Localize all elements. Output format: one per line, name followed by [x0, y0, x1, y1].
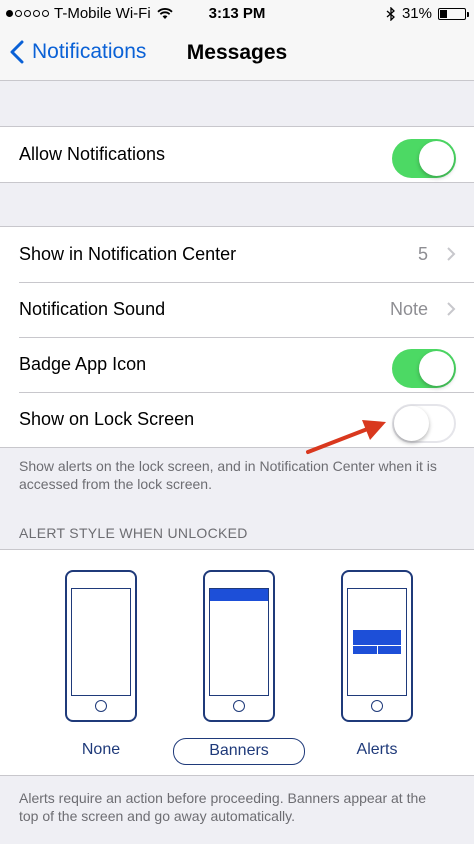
show-in-notification-center-value: 5 — [417, 244, 428, 264]
show-on-lock-screen-label: Show on Lock Screen — [19, 409, 195, 429]
phone-none-icon — [65, 570, 137, 722]
show-on-lock-screen-row: Show on Lock Screen — [0, 392, 474, 447]
status-bar: T-Mobile Wi-Fi 3:13 PM 31% — [0, 0, 474, 28]
allow-notifications-group: Allow Notifications — [0, 126, 474, 183]
alert-dialog-box — [353, 630, 401, 654]
badge-app-icon-toggle[interactable] — [392, 349, 456, 388]
allow-notifications-toggle[interactable] — [392, 139, 456, 178]
alert-style-label: Alerts — [356, 741, 398, 758]
alert-style-none[interactable]: None — [55, 550, 145, 777]
allow-notifications-row: Allow Notifications — [0, 127, 474, 182]
chevron-right-icon — [447, 302, 456, 316]
phone-banners-icon — [203, 570, 275, 722]
notification-sound-row[interactable]: Notification Sound Note — [0, 282, 474, 337]
alert-style-header: ALERT STYLE WHEN UNLOCKED — [19, 525, 248, 541]
alert-style-alerts[interactable]: Alerts — [331, 550, 421, 777]
chevron-right-icon — [447, 247, 456, 261]
phone-home-button — [371, 700, 383, 712]
show-on-lock-screen-toggle[interactable] — [392, 404, 456, 443]
show-in-notification-center-row[interactable]: Show in Notification Center 5 — [0, 227, 474, 282]
toggle-knob — [394, 406, 429, 441]
status-right: 31% — [386, 5, 469, 22]
toggle-knob — [419, 141, 454, 176]
alert-style-label: None — [81, 741, 121, 758]
arrow-annotation-icon — [306, 420, 386, 454]
phone-screen — [347, 588, 407, 696]
toggle-knob — [419, 351, 454, 386]
allow-notifications-label: Allow Notifications — [19, 144, 166, 164]
alert-style-group: None Banners Alerts — [0, 549, 474, 776]
phone-screen — [209, 588, 269, 696]
show-in-notification-center-label: Show in Notification Center — [19, 244, 237, 264]
alert-style-footnote: Alerts require an action before proceedi… — [19, 790, 427, 824]
badge-app-icon-label: Badge App Icon — [19, 354, 147, 374]
lock-screen-footnote: Show alerts on the lock screen, and in N… — [19, 458, 437, 492]
notification-sound-value: Note — [389, 299, 428, 319]
battery-percent: 31% — [401, 5, 432, 22]
bluetooth-icon — [386, 6, 395, 21]
badge-app-icon-row: Badge App Icon — [0, 337, 474, 392]
navigation-bar: Notifications Messages — [0, 28, 474, 81]
phone-home-button — [233, 700, 245, 712]
battery-fill — [440, 9, 447, 18]
banner-bar — [210, 589, 268, 601]
battery-icon — [438, 7, 469, 20]
alert-divider — [377, 645, 378, 654]
alert-style-banners[interactable]: Banners — [173, 550, 305, 777]
notification-settings-group: Show in Notification Center 5 Notificati… — [0, 226, 474, 448]
notification-sound-label: Notification Sound — [19, 299, 166, 319]
alert-style-label-selected: Banners — [173, 738, 305, 765]
phone-alerts-icon — [341, 570, 413, 722]
page-title: Messages — [186, 41, 288, 64]
battery-cap — [467, 11, 469, 17]
phone-screen — [71, 588, 131, 696]
phone-home-button — [95, 700, 107, 712]
